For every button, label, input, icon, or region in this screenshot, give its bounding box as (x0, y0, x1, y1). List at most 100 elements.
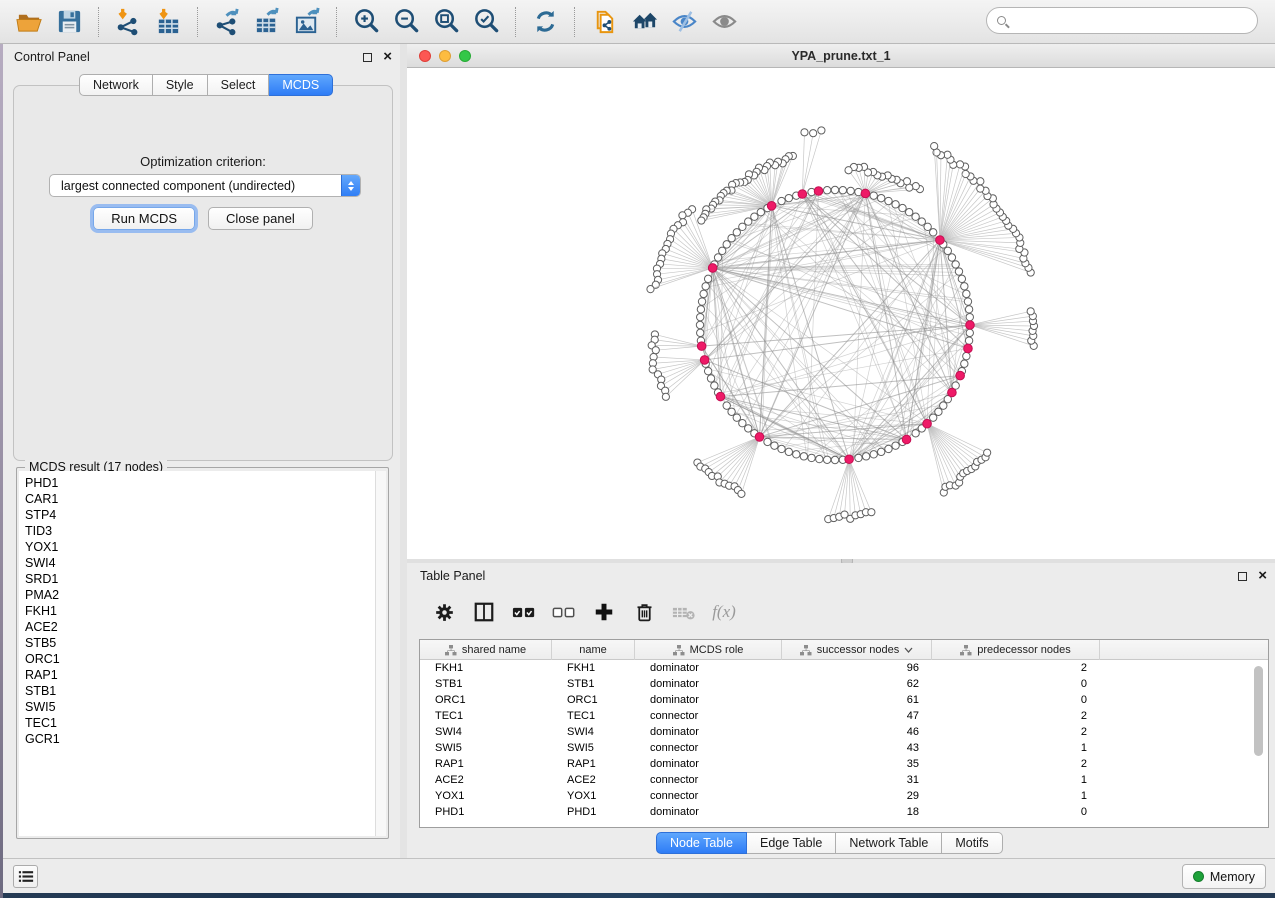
network-node[interactable] (816, 455, 823, 462)
mcds-result-list[interactable]: PHD1CAR1STP4TID3YOX1SWI4SRD1PMA2FKH1ACE2… (19, 471, 377, 836)
show-column-button[interactable] (469, 597, 499, 627)
mcds-result-item[interactable]: GCR1 (25, 731, 377, 747)
optimization-criterion-dropdown[interactable]: largest connected component (undirected) (49, 174, 361, 197)
network-node[interactable] (751, 213, 758, 220)
column-header-MCDS-role[interactable]: MCDS role (635, 640, 782, 660)
float-window-icon[interactable] (1238, 572, 1247, 581)
network-leaf-node[interactable] (868, 509, 875, 516)
network-leaf-node[interactable] (956, 161, 963, 168)
network-node[interactable] (719, 247, 726, 254)
add-row-button[interactable] (589, 597, 619, 627)
network-node[interactable] (702, 283, 709, 290)
export-network-button[interactable] (207, 4, 247, 40)
network-node[interactable] (885, 197, 892, 204)
table-row[interactable]: RAP1RAP1dominator352 (420, 756, 1268, 772)
network-node[interactable] (771, 442, 778, 449)
task-history-button[interactable] (13, 865, 38, 888)
home-button[interactable] (624, 4, 664, 40)
network-node[interactable] (952, 261, 959, 268)
network-node[interactable] (697, 306, 704, 313)
save-session-button[interactable] (49, 4, 89, 40)
network-node[interactable] (745, 218, 752, 225)
network-hub-node[interactable] (755, 433, 764, 442)
network-hub-node[interactable] (861, 189, 870, 198)
network-node[interactable] (955, 268, 962, 275)
network-node[interactable] (714, 254, 721, 261)
table-row[interactable]: PHD1PHD1dominator180 (420, 804, 1268, 820)
network-leaf-node[interactable] (931, 142, 938, 149)
float-window-icon[interactable] (363, 53, 372, 62)
network-node[interactable] (948, 254, 955, 261)
search-box[interactable] (986, 7, 1258, 34)
network-node[interactable] (963, 290, 970, 297)
network-node[interactable] (697, 313, 704, 320)
mcds-result-item[interactable]: SWI5 (25, 699, 377, 715)
network-node[interactable] (733, 229, 740, 236)
mcds-result-item[interactable]: SWI4 (25, 555, 377, 571)
zoom-fit-button[interactable] (426, 4, 466, 40)
mcds-result-item[interactable]: ACE2 (25, 619, 377, 635)
network-hub-node[interactable] (708, 264, 717, 273)
column-header-predecessor-nodes[interactable]: predecessor nodes (932, 640, 1100, 660)
mcds-result-item[interactable]: SRD1 (25, 571, 377, 587)
network-leaf-node[interactable] (810, 130, 817, 137)
tab-network[interactable]: Network (79, 74, 153, 96)
network-node[interactable] (800, 453, 807, 460)
network-node[interactable] (757, 209, 764, 216)
mcds-result-item[interactable]: YOX1 (25, 539, 377, 555)
network-node[interactable] (944, 247, 951, 254)
network-hub-node[interactable] (700, 356, 709, 365)
network-node[interactable] (847, 187, 854, 194)
export-image-button[interactable] (287, 4, 327, 40)
select-all-button[interactable] (509, 597, 539, 627)
network-node[interactable] (778, 197, 785, 204)
network-titlebar[interactable]: YPA_prune.txt_1 (407, 44, 1275, 68)
network-node[interactable] (965, 337, 972, 344)
network-leaf-node[interactable] (647, 286, 654, 293)
network-node[interactable] (964, 298, 971, 305)
network-node[interactable] (831, 186, 838, 193)
vertical-splitter[interactable] (400, 44, 407, 858)
network-leaf-node[interactable] (698, 217, 705, 224)
column-header-name[interactable]: name (552, 640, 635, 660)
network-node[interactable] (855, 454, 862, 461)
network-node[interactable] (912, 430, 919, 437)
column-header-successor-nodes[interactable]: successor nodes (782, 640, 932, 660)
tab-network-table[interactable]: Network Table (836, 832, 942, 854)
network-hub-node[interactable] (798, 190, 807, 199)
network-node[interactable] (704, 367, 711, 374)
search-input[interactable] (1013, 11, 1247, 31)
network-node[interactable] (862, 453, 869, 460)
network-hub-node[interactable] (966, 321, 975, 330)
table-row[interactable]: STB1STB1dominator620 (420, 676, 1268, 692)
network-node[interactable] (966, 329, 973, 336)
network-node[interactable] (785, 448, 792, 455)
network-hub-node[interactable] (814, 187, 823, 196)
network-node[interactable] (808, 454, 815, 461)
network-leaf-node[interactable] (679, 212, 686, 219)
network-node[interactable] (966, 313, 973, 320)
network-node[interactable] (958, 275, 965, 282)
network-node[interactable] (870, 451, 877, 458)
deselect-all-button[interactable] (549, 597, 579, 627)
network-node[interactable] (700, 290, 707, 297)
table-row[interactable]: FKH1FKH1dominator962 (420, 660, 1268, 676)
network-node[interactable] (698, 298, 705, 305)
tab-edge-table[interactable]: Edge Table (747, 832, 836, 854)
import-table-button[interactable] (148, 4, 188, 40)
network-hub-node[interactable] (697, 342, 706, 351)
mcds-result-item[interactable]: RAP1 (25, 667, 377, 683)
table-row[interactable]: SWI4SWI4dominator462 (420, 724, 1268, 740)
memory-button[interactable]: Memory (1182, 864, 1266, 889)
network-node[interactable] (764, 438, 771, 445)
mcds-result-item[interactable]: TID3 (25, 523, 377, 539)
network-hub-node[interactable] (948, 388, 957, 397)
network-node[interactable] (823, 456, 830, 463)
node-table[interactable]: shared namenameMCDS rolesuccessor nodesp… (419, 639, 1269, 828)
zoom-in-button[interactable] (346, 4, 386, 40)
network-node[interactable] (711, 382, 718, 389)
table-row[interactable]: TEC1TEC1connector472 (420, 708, 1268, 724)
zoom-out-button[interactable] (386, 4, 426, 40)
network-hub-node[interactable] (845, 455, 854, 464)
network-hub-node[interactable] (964, 344, 973, 353)
